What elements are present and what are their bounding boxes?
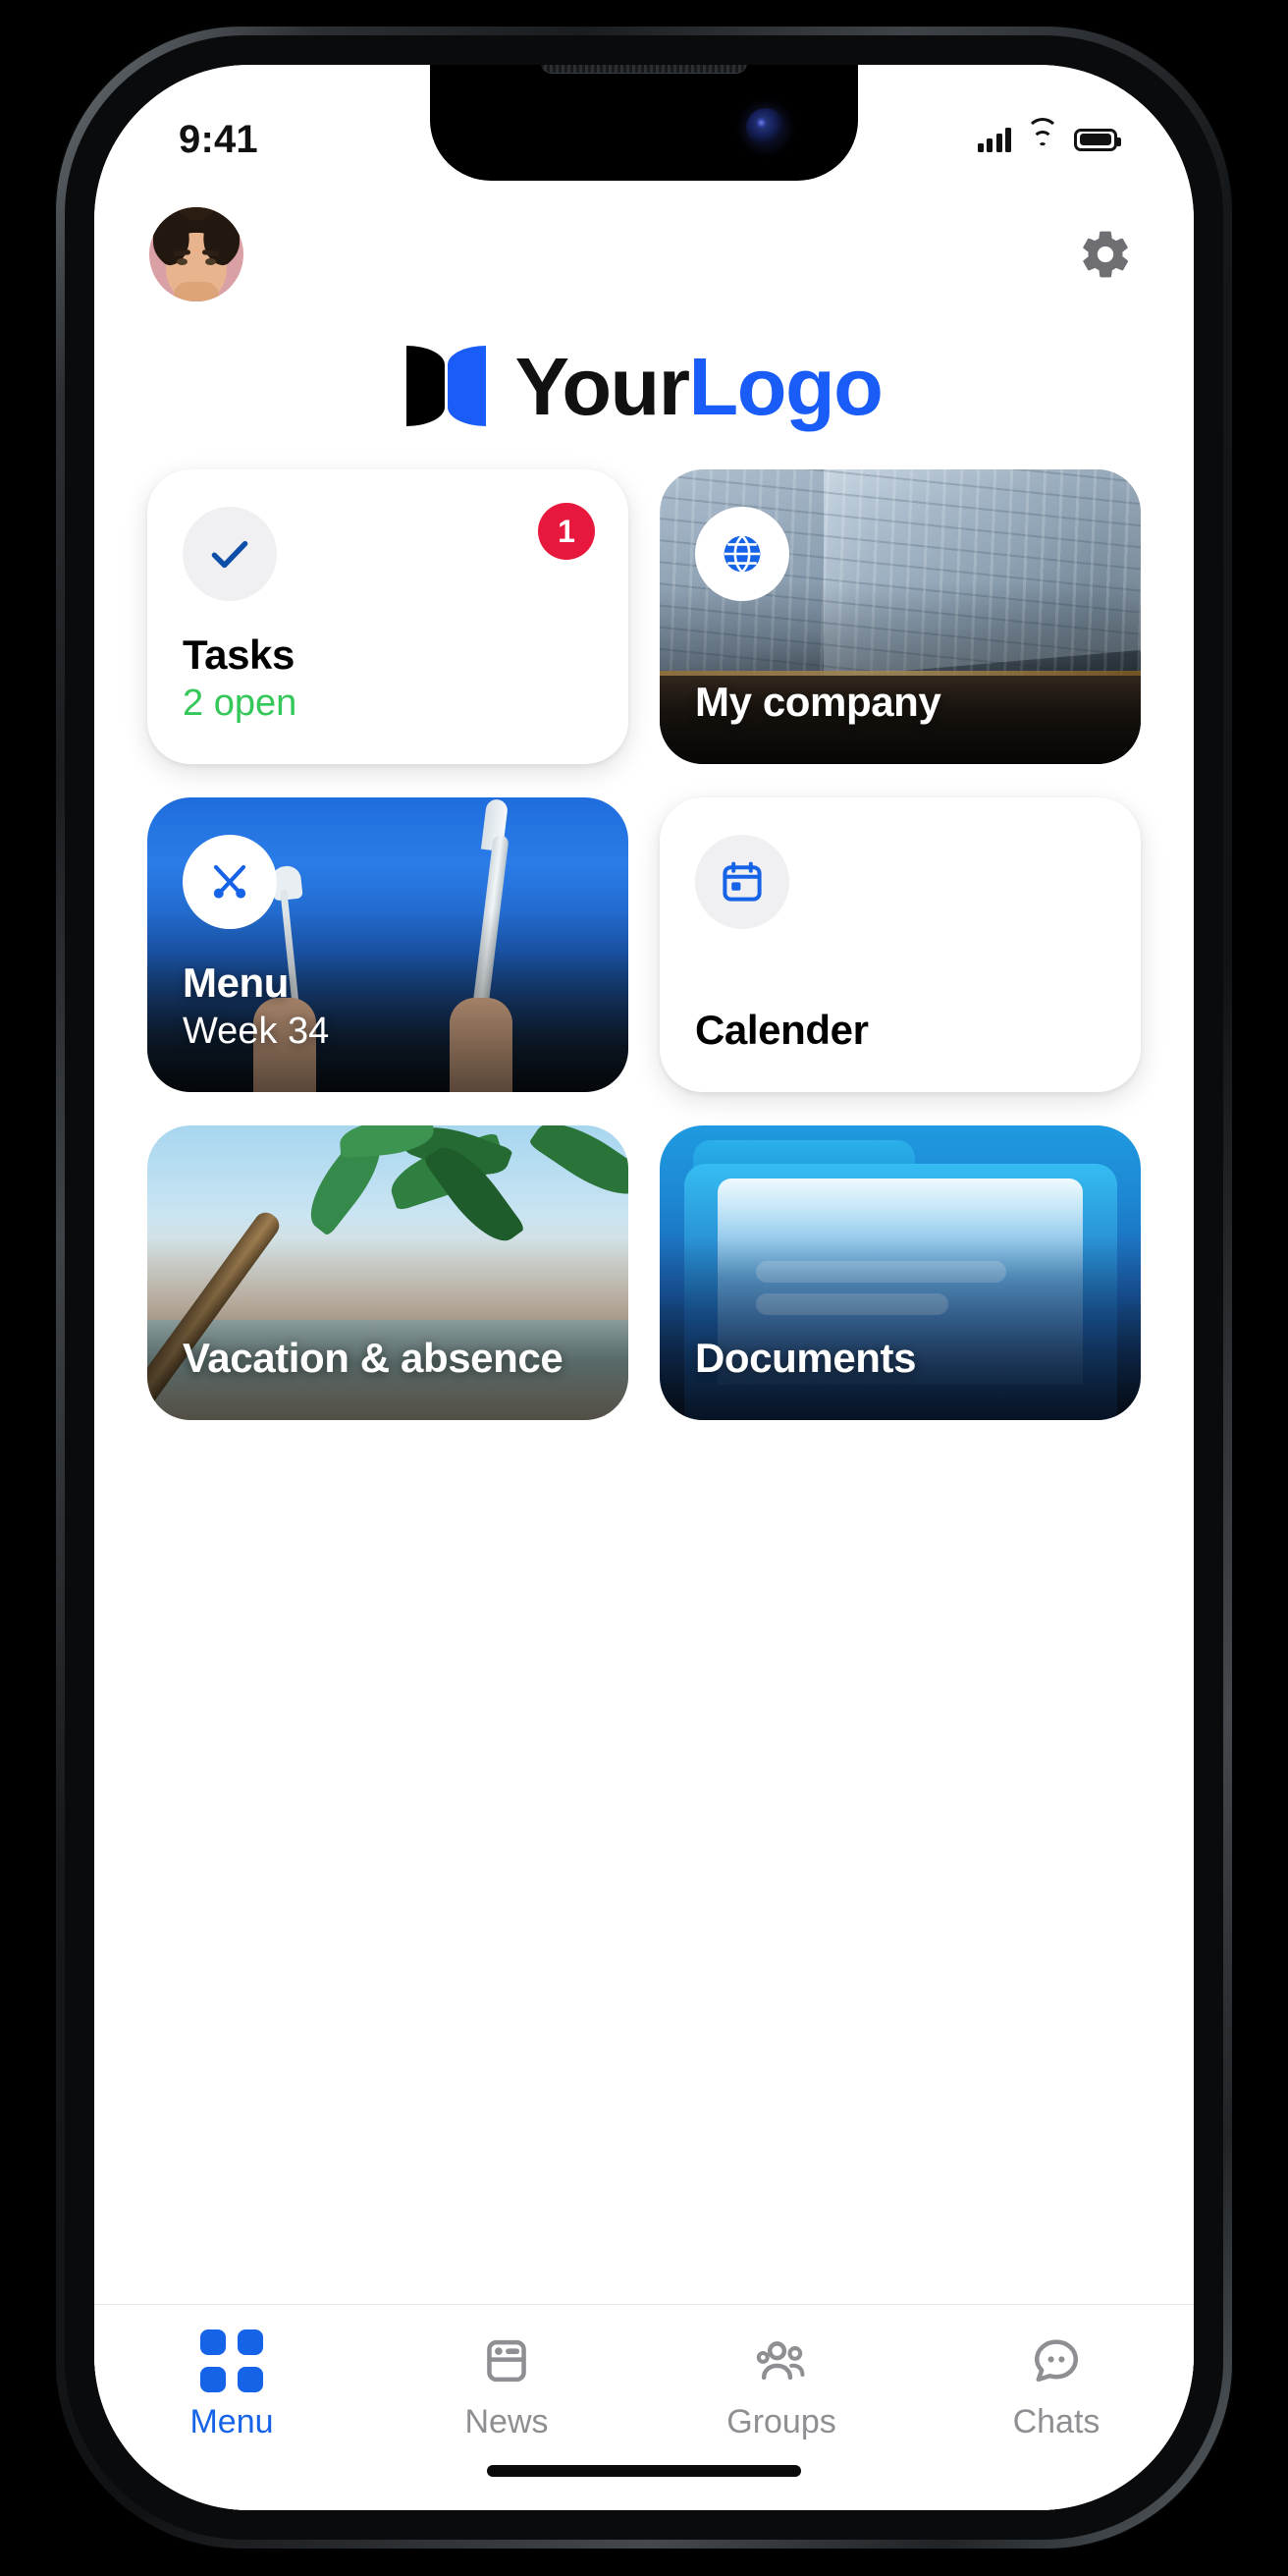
tab-label: Groups xyxy=(726,2403,836,2440)
tile-subtitle: Week 34 xyxy=(183,1011,330,1053)
earpiece-speaker xyxy=(541,65,747,73)
settings-button[interactable] xyxy=(1074,223,1137,286)
brand-logo-mark xyxy=(405,346,486,426)
logo-text-primary: Your xyxy=(514,340,690,432)
home-indicator[interactable] xyxy=(487,2465,801,2477)
cutlery-icon-wrap xyxy=(183,835,277,929)
tab-news[interactable]: News xyxy=(369,2330,644,2441)
tab-groups[interactable]: Groups xyxy=(644,2330,919,2441)
app-header xyxy=(94,191,1194,318)
tile-tasks[interactable]: 1 Tasks 2 open xyxy=(147,469,628,764)
brand-logo-text: YourLogo xyxy=(515,346,884,427)
tab-label: News xyxy=(464,2403,549,2440)
phone-frame: 9:41 YourLogo 1 Tasks 2 open My company … xyxy=(55,26,1233,2549)
tile-title: Tasks xyxy=(183,631,295,679)
tile-title: Menu xyxy=(183,959,290,1007)
phone-bezel: 9:41 YourLogo 1 Tasks 2 open My company … xyxy=(65,35,1223,2540)
screenshot-stage: 9:41 YourLogo 1 Tasks 2 open My company … xyxy=(0,0,1288,2576)
newspaper-icon xyxy=(480,2330,533,2391)
gear-icon xyxy=(1083,231,1129,278)
tile-title: My company xyxy=(695,678,941,725)
tile-title: Calender xyxy=(695,1006,869,1053)
tab-menu[interactable]: Menu xyxy=(94,2329,369,2441)
tile-menu[interactable]: Menu Week 34 xyxy=(147,797,628,1092)
people-group-icon xyxy=(753,2330,810,2391)
status-badge: 1 xyxy=(538,503,595,560)
tile-title: Documents xyxy=(695,1334,917,1381)
notch xyxy=(430,65,858,181)
chat-bubble-icon xyxy=(1030,2330,1083,2391)
cutlery-icon xyxy=(213,864,246,899)
brand-logo: YourLogo xyxy=(94,312,1194,460)
tile-subtitle: 2 open xyxy=(183,683,297,725)
avatar[interactable] xyxy=(149,207,243,301)
tile-title: Vacation & absence xyxy=(183,1334,564,1381)
grid-dots-icon xyxy=(200,2329,263,2392)
checkmark-icon xyxy=(211,540,248,569)
front-camera xyxy=(746,108,785,147)
app-root: YourLogo 1 Tasks 2 open My company Menu … xyxy=(94,65,1194,2510)
tile-calender[interactable]: Calender xyxy=(660,797,1141,1092)
tab-label: Chats xyxy=(1012,2403,1100,2440)
tile-grid: 1 Tasks 2 open My company Menu Week 34 C… xyxy=(94,460,1194,2304)
globe-icon-wrap xyxy=(695,507,789,601)
globe-icon xyxy=(724,533,761,575)
tab-chats[interactable]: Chats xyxy=(919,2330,1194,2441)
calendar-icon xyxy=(723,861,762,902)
tile-documents[interactable]: Documents xyxy=(660,1125,1141,1420)
bottom-tab-bar: Menu News Groups Chats xyxy=(94,2304,1194,2510)
tab-label: Menu xyxy=(189,2403,274,2440)
calendar-icon-wrap xyxy=(695,835,789,929)
checkmark-icon-wrap xyxy=(183,507,277,601)
tile-vacation-absence[interactable]: Vacation & absence xyxy=(147,1125,628,1420)
phone-screen: 9:41 YourLogo 1 Tasks 2 open My company … xyxy=(94,65,1194,2510)
tile-my-company[interactable]: My company xyxy=(660,469,1141,764)
logo-text-secondary: Logo xyxy=(688,340,884,432)
